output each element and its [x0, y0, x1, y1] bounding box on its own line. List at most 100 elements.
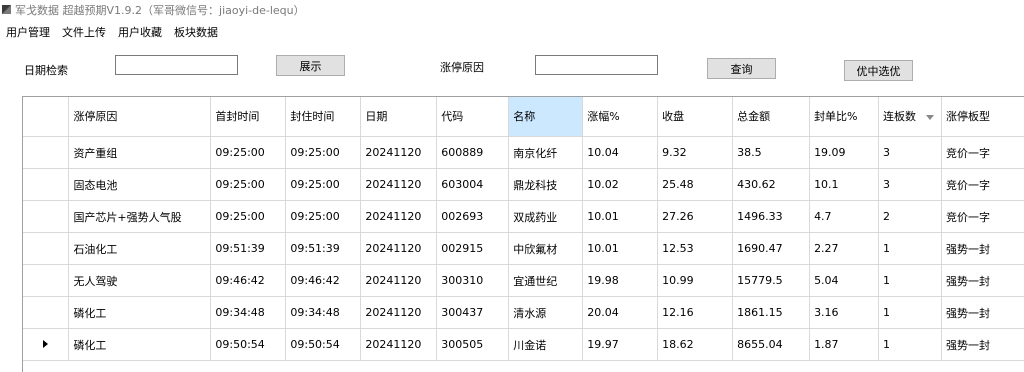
- row-header[interactable]: [23, 232, 70, 265]
- table-cell[interactable]: 09:34:48: [285, 296, 362, 329]
- table-cell[interactable]: 20241120: [360, 232, 438, 265]
- table-cell[interactable]: 09:51:39: [210, 232, 287, 265]
- table-cell[interactable]: 1861.15: [732, 296, 811, 329]
- table-cell[interactable]: 300505: [436, 328, 510, 361]
- table-cell[interactable]: 鼎龙科技: [508, 168, 584, 201]
- table-cell[interactable]: 双成药业: [508, 200, 584, 233]
- table-cell[interactable]: 1496.33: [732, 200, 811, 233]
- table-cell[interactable]: 石油化工: [68, 232, 212, 265]
- table-cell[interactable]: 1: [878, 296, 942, 329]
- row-header[interactable]: [23, 264, 70, 297]
- col-close[interactable]: 收盘: [657, 97, 734, 137]
- row-header[interactable]: [23, 200, 70, 233]
- table-cell[interactable]: 磷化工: [68, 328, 212, 361]
- table-cell[interactable]: 10.01: [582, 232, 659, 265]
- table-cell[interactable]: 强势一封: [941, 296, 1024, 329]
- table-cell[interactable]: 20241120: [360, 296, 438, 329]
- table-cell[interactable]: 09:25:00: [210, 136, 287, 169]
- table-cell[interactable]: 002693: [436, 200, 510, 233]
- table-cell[interactable]: 300310: [436, 264, 510, 297]
- table-row[interactable]: 国产芯片+强势人气股 09:25:00 09:25:00 20241120 002693…: [23, 200, 1024, 233]
- query-button[interactable]: 查询: [707, 58, 776, 79]
- table-cell[interactable]: 4.7: [809, 200, 880, 233]
- table-cell[interactable]: 3: [878, 168, 942, 201]
- table-cell[interactable]: 10.1: [809, 168, 880, 201]
- table-cell[interactable]: 8655.04: [732, 328, 811, 361]
- table-cell[interactable]: 国产芯片+强势人气股: [68, 200, 212, 233]
- table-cell[interactable]: 15779.5: [732, 264, 811, 297]
- table-cell[interactable]: 20241120: [360, 328, 438, 361]
- table-cell[interactable]: 南京化纤: [508, 136, 584, 169]
- table-cell[interactable]: 3: [878, 136, 942, 169]
- table-cell[interactable]: 清水源: [508, 296, 584, 329]
- table-row[interactable]: 磷化工 09:34:48 09:34:48 20241120 300437 清水源 20.0…: [23, 296, 1024, 329]
- row-header[interactable]: [23, 136, 70, 169]
- table-row[interactable]: 无人驾驶 09:46:42 09:46:42 20241120 300310 宜通世纪 19…: [23, 264, 1024, 297]
- table-row[interactable]: 磷化工 09:50:54 09:50:54 20241120 300505 川金诺 19.9…: [23, 328, 1024, 361]
- menu-file-upload[interactable]: 文件上传: [56, 24, 112, 40]
- table-cell[interactable]: 竞价一字: [941, 168, 1024, 201]
- table-cell[interactable]: 5.04: [809, 264, 880, 297]
- table-cell[interactable]: 磷化工: [68, 296, 212, 329]
- table-cell[interactable]: 宜通世纪: [508, 264, 584, 297]
- table-cell[interactable]: 09:25:00: [285, 136, 362, 169]
- table-cell[interactable]: 09:25:00: [210, 200, 287, 233]
- table-cell[interactable]: 20241120: [360, 168, 438, 201]
- select-best-button[interactable]: 优中选优: [844, 60, 913, 81]
- menu-sector-data[interactable]: 板块数据: [168, 24, 224, 40]
- table-cell[interactable]: 10.04: [582, 136, 659, 169]
- table-cell[interactable]: 18.62: [657, 328, 734, 361]
- col-hold-seal-time[interactable]: 封住时间: [285, 97, 362, 137]
- col-code[interactable]: 代码: [436, 97, 510, 137]
- table-cell[interactable]: 38.5: [732, 136, 811, 169]
- table-cell[interactable]: 600889: [436, 136, 510, 169]
- table-cell[interactable]: 竞价一字: [941, 136, 1024, 169]
- table-cell[interactable]: 1: [878, 264, 942, 297]
- table-cell[interactable]: 09:25:00: [210, 168, 287, 201]
- table-cell[interactable]: 川金诺: [508, 328, 584, 361]
- table-cell[interactable]: 9.32: [657, 136, 734, 169]
- table-row[interactable]: 石油化工 09:51:39 09:51:39 20241120 002915 中欣氟材 10…: [23, 232, 1024, 265]
- table-cell[interactable]: 中欣氟材: [508, 232, 584, 265]
- table-cell[interactable]: 12.53: [657, 232, 734, 265]
- table-cell[interactable]: 19.09: [809, 136, 880, 169]
- table-cell[interactable]: 3.16: [809, 296, 880, 329]
- table-cell[interactable]: 1690.47: [732, 232, 811, 265]
- table-cell[interactable]: 无人驾驶: [68, 264, 212, 297]
- table-cell[interactable]: 19.98: [582, 264, 659, 297]
- table-cell[interactable]: 09:46:42: [210, 264, 287, 297]
- table-cell[interactable]: 300437: [436, 296, 510, 329]
- table-cell[interactable]: 1: [878, 232, 942, 265]
- table-cell[interactable]: 20241120: [360, 200, 438, 233]
- date-search-input[interactable]: [115, 55, 238, 75]
- table-row[interactable]: 资产重组 09:25:00 09:25:00 20241120 600889 南京化纤 10…: [23, 136, 1024, 169]
- table-cell[interactable]: 10.02: [582, 168, 659, 201]
- table-cell[interactable]: 27.26: [657, 200, 734, 233]
- table-cell[interactable]: 固态电池: [68, 168, 212, 201]
- table-cell[interactable]: 09:50:54: [285, 328, 362, 361]
- table-cell[interactable]: 20241120: [360, 264, 438, 297]
- stock-data-grid[interactable]: 涨停原因 首封时间 封住时间 日期 代码 名称 涨幅% 收盘 总金额 封单比% …: [22, 96, 1024, 372]
- col-date[interactable]: 日期: [360, 97, 438, 137]
- col-streak[interactable]: 连板数: [878, 97, 942, 137]
- col-limit-type[interactable]: 涨停板型: [941, 97, 1024, 137]
- col-limit-reason[interactable]: 涨停原因: [68, 97, 212, 137]
- table-cell[interactable]: 2.27: [809, 232, 880, 265]
- row-header[interactable]: [23, 296, 70, 329]
- table-cell[interactable]: 强势一封: [941, 232, 1024, 265]
- limit-reason-input[interactable]: [535, 55, 658, 75]
- table-cell[interactable]: 430.62: [732, 168, 811, 201]
- row-header[interactable]: [23, 328, 70, 361]
- table-cell[interactable]: 资产重组: [68, 136, 212, 169]
- table-cell[interactable]: 09:50:54: [210, 328, 287, 361]
- table-cell[interactable]: 09:25:00: [285, 200, 362, 233]
- table-cell[interactable]: 09:51:39: [285, 232, 362, 265]
- table-cell[interactable]: 09:25:00: [285, 168, 362, 201]
- table-cell[interactable]: 20241120: [360, 136, 438, 169]
- table-cell[interactable]: 25.48: [657, 168, 734, 201]
- table-cell[interactable]: 09:46:42: [285, 264, 362, 297]
- menu-user-favorites[interactable]: 用户收藏: [112, 24, 168, 40]
- show-button[interactable]: 展示: [276, 55, 345, 76]
- table-cell[interactable]: 强势一封: [941, 328, 1024, 361]
- table-row[interactable]: 固态电池 09:25:00 09:25:00 20241120 603004 鼎龙科技 10…: [23, 168, 1024, 201]
